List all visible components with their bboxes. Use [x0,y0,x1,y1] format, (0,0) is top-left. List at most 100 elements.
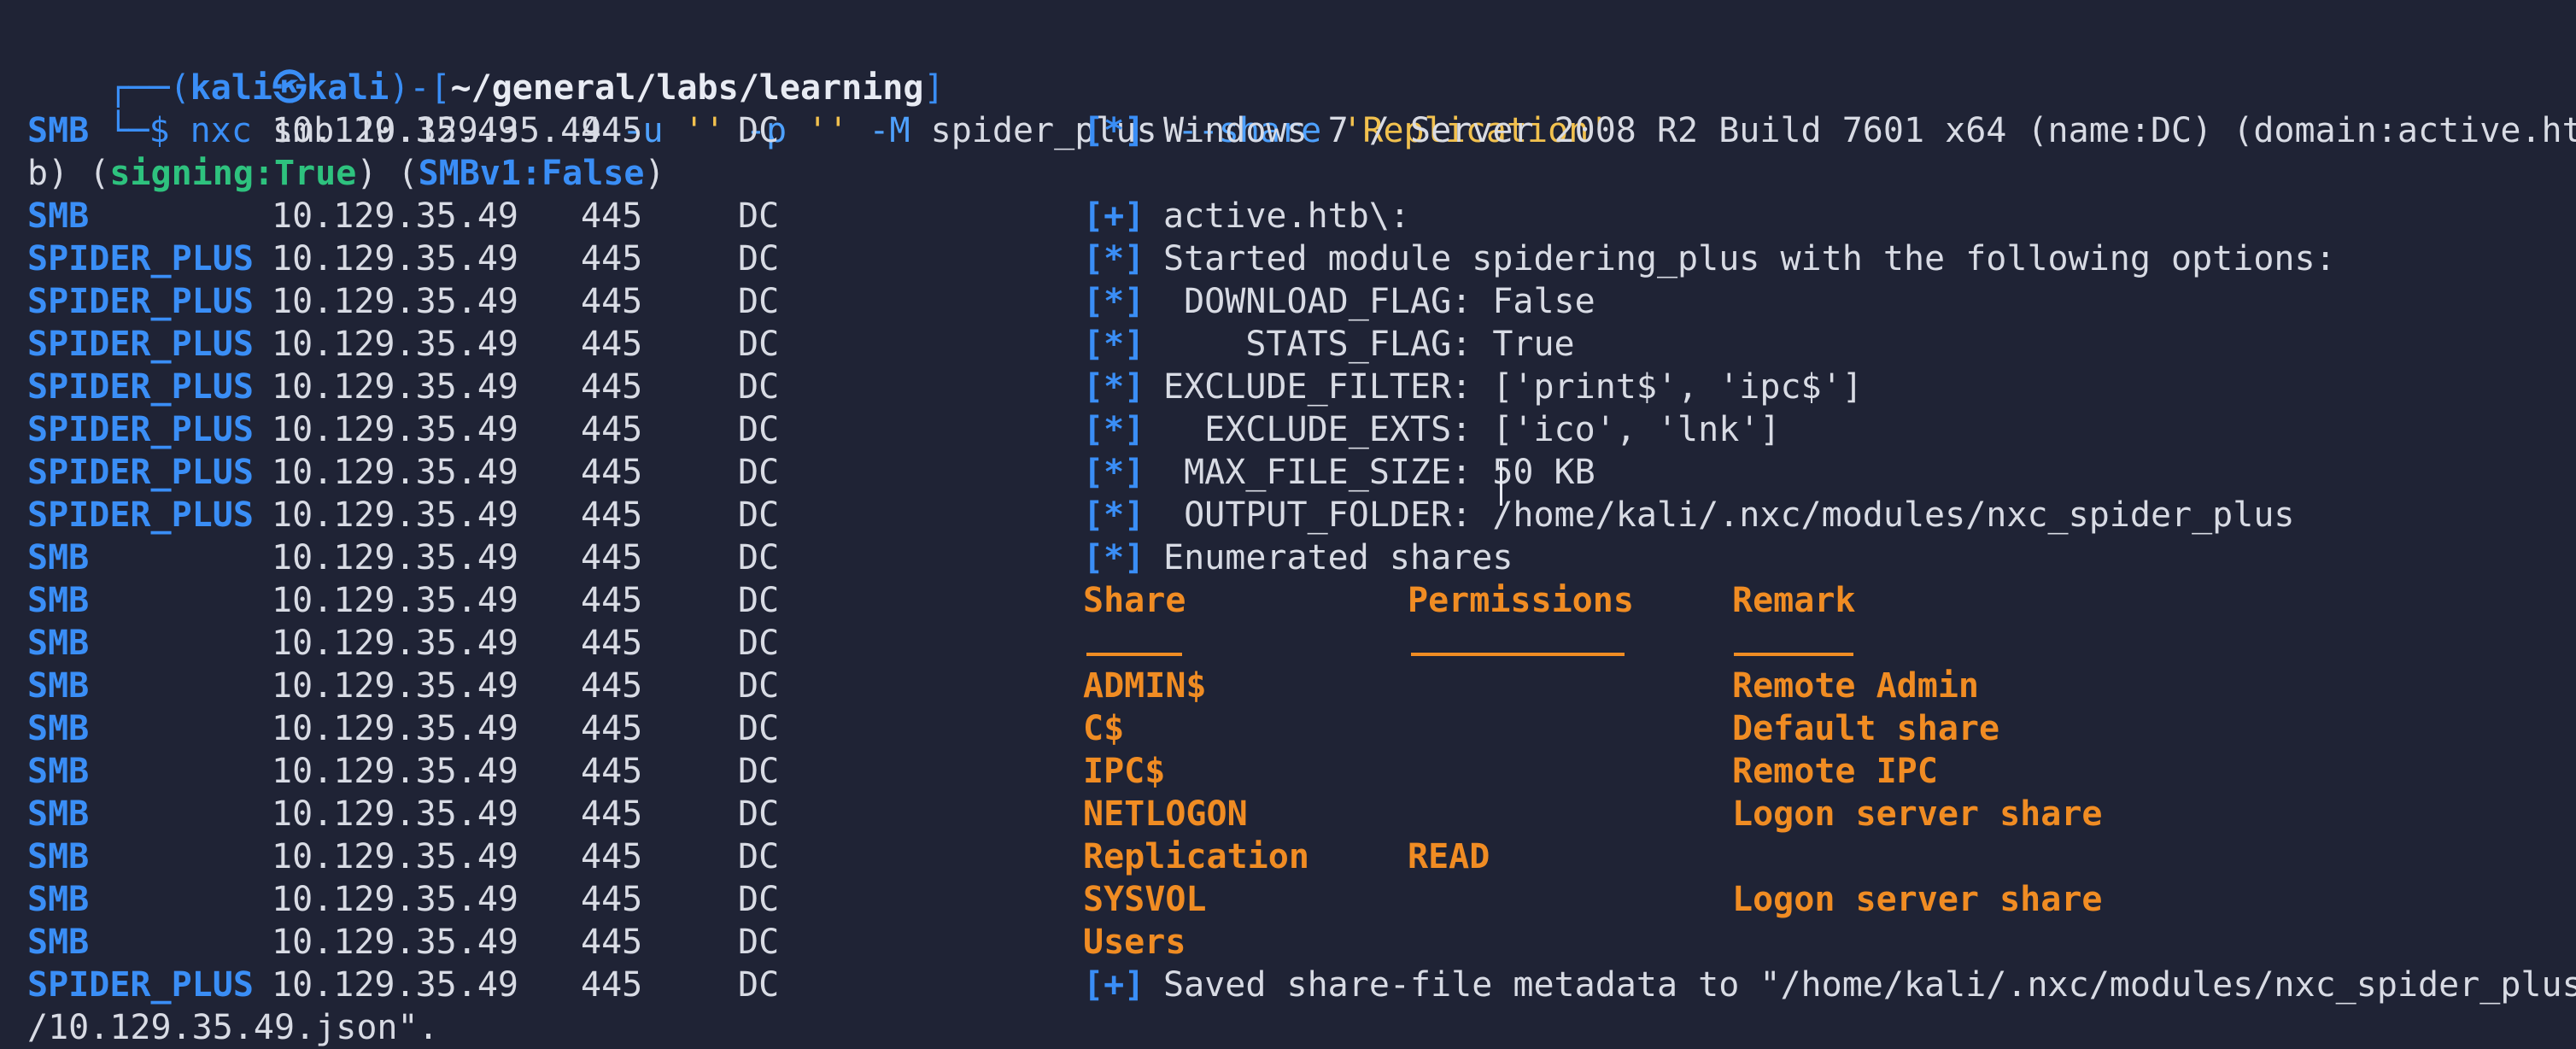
target-port: 445 [581,624,643,663]
target-ip: 10.129.35.49 [272,196,518,236]
output-message: Enumerated shares [1163,538,1513,577]
output-line: b) (signing:True) (SMBv1:False) [0,152,2576,195]
target-port: 445 [581,794,643,834]
status-tag: [*] [1083,239,1145,278]
header-underline [1734,653,1853,656]
target-ip: 10.129.35.49 [272,666,518,706]
output-message: active.htb\: [1163,196,1410,236]
signing-status: signing:True [109,154,357,193]
output-message: Started module spidering_plus with the f… [1163,239,2336,278]
target-port: 445 [581,837,643,876]
header-underline [1086,653,1182,656]
share-table-header: SMB 10.129.35.49 445 DC Share Permissions Rema… [0,579,2576,622]
prompt-header: ┌──(kali㉿kali)-[~/general/labs/learning] [26,24,944,108]
target-ip: 10.129.35.49 [272,453,518,492]
output-message: EXCLUDE_EXTS: ['ico', 'lnk'] [1163,410,1781,449]
share-name: C$ [1083,709,1125,748]
protocol-label: SMB [27,538,90,577]
share-row: SMB 10.129.35.49 445 DC IPC$ Remote IPC [0,750,2576,793]
target-host: DC [738,239,780,278]
status-tag: [*] [1083,325,1145,364]
share-row: SMB 10.129.35.49 445 DC C$ Default share [0,707,2576,750]
target-port: 445 [581,752,643,791]
wrapped-path: /10.129.35.49.json". [27,1008,439,1047]
output-message: OUTPUT_FOLDER: /home/kali/.nxc/modules/n… [1163,495,2295,535]
protocol-label: SMB [27,111,90,150]
share-remark: Remote IPC [1732,752,1938,791]
target-host: DC [738,282,780,321]
protocol-label: SMB [27,709,90,748]
target-ip: 10.129.35.49 [272,495,518,535]
protocol-label: SMB [27,923,90,962]
target-port: 445 [581,111,643,150]
share-row: SMB 10.129.35.49 445 DC SYSVOL Logon server s… [0,878,2576,921]
target-ip: 10.129.35.49 [272,367,518,407]
share-name: IPC$ [1083,752,1166,791]
target-ip: 10.129.35.49 [272,239,518,278]
protocol-label: SMB [27,794,90,834]
target-host: DC [738,752,780,791]
target-port: 445 [581,923,643,962]
protocol-label: SMB [27,581,90,620]
protocol-label: SMB [27,837,90,876]
protocol-label: SMB [27,880,90,919]
target-ip: 10.129.35.49 [272,282,518,321]
status-tag: [*] [1083,282,1145,321]
target-host: DC [738,410,780,449]
smbv1-status: SMBv1:False [418,154,645,193]
target-host: DC [738,923,780,962]
output-line: SPIDER_PLUS 10.129.35.49 445 DC [*] EXCLUDE_… [0,408,2576,451]
output-line: SPIDER_PLUS 10.129.35.49 445 DC [*] DOWNLOAD… [0,280,2576,323]
protocol-label: SMB [27,196,90,236]
target-port: 445 [581,709,643,748]
target-host: DC [738,794,780,834]
output-line: SPIDER_PLUS 10.129.35.49 445 DC [*] STATS_FL… [0,323,2576,366]
share-name: Users [1083,923,1186,962]
status-tag: [+] [1083,196,1145,236]
share-name: Replication [1083,837,1309,876]
target-ip: 10.129.35.49 [272,325,518,364]
permissions-header: Permissions [1408,581,1634,620]
share-table-underline: SMB 10.129.35.49 445 DC [0,622,2576,665]
target-ip: 10.129.35.49 [272,538,518,577]
status-tag: [*] [1083,410,1145,449]
status-tag: [*] [1083,453,1145,492]
output-message: Windows 7 / Server 2008 R2 Build 7601 x6… [1163,111,2576,150]
target-host: DC [738,581,780,620]
output-line: SPIDER_PLUS 10.129.35.49 445 DC [*] EXCLUDE_F… [0,366,2576,408]
target-host: DC [738,325,780,364]
output-message: STATS_FLAG: True [1163,325,1575,364]
target-ip: 10.129.35.49 [272,624,518,663]
target-host: DC [738,880,780,919]
command-line[interactable]: └─$ nxc smb 10.129.35.49 -u '' -p '' -M … [26,67,1609,150]
target-ip: 10.129.35.49 [272,752,518,791]
target-port: 445 [581,282,643,321]
target-port: 445 [581,495,643,535]
target-ip: 10.129.35.49 [272,111,518,150]
target-port: 445 [581,965,643,1005]
protocol-label: SMB [27,624,90,663]
target-port: 445 [581,410,643,449]
target-port: 445 [581,581,643,620]
target-host: DC [738,624,780,663]
share-name: SYSVOL [1083,880,1207,919]
target-host: DC [738,538,780,577]
share-remark: Remote Admin [1732,666,1979,706]
target-host: DC [738,666,780,706]
target-ip: 10.129.35.49 [272,923,518,962]
terminal-window[interactable]: ┌──(kali㉿kali)-[~/general/labs/learning]… [0,0,2576,1047]
protocol-label: SMB [27,752,90,791]
wrap-text: b) ( [27,154,110,193]
output-line: SPIDER_PLUS 10.129.35.49 445 DC [+] Saved sha… [0,964,2576,1006]
header-underline [1411,653,1625,656]
target-ip: 10.129.35.49 [272,965,518,1005]
protocol-label: SPIDER_PLUS [27,965,254,1005]
target-ip: 10.129.35.49 [272,410,518,449]
status-tag: [*] [1083,367,1145,407]
share-remark: Logon server share [1732,880,2103,919]
wrap-sep: ) ( [356,154,419,193]
output-line: SPIDER_PLUS 10.129.35.49 445 DC [*] OUTPUT_F… [0,494,2576,536]
target-port: 445 [581,367,643,407]
target-ip: 10.129.35.49 [272,581,518,620]
share-permission: READ [1408,837,1490,876]
